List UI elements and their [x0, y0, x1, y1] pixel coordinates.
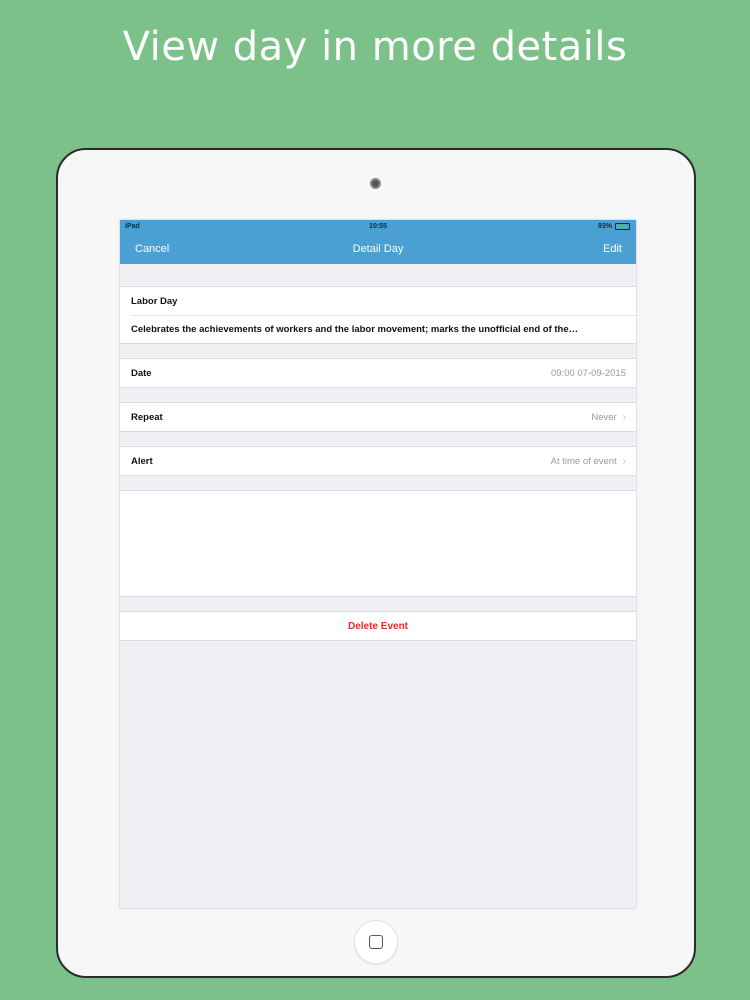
status-time: 10:55	[369, 223, 387, 230]
event-description: Celebrates the achievements of workers a…	[131, 324, 579, 335]
date-label: Date	[131, 367, 152, 379]
home-square-icon	[369, 935, 383, 949]
screen: iPad 10:55 93% Cancel Detail Day Edit La…	[120, 220, 636, 908]
delete-event-button[interactable]: Delete Event	[120, 612, 636, 640]
repeat-section: Repeat Never ›	[120, 402, 636, 432]
event-title-row[interactable]: Labor Day	[120, 287, 636, 315]
edit-button[interactable]: Edit	[603, 243, 622, 255]
alert-row[interactable]: Alert At time of event ›	[120, 447, 636, 475]
alert-value: At time of event	[550, 455, 617, 467]
chevron-right-icon: ›	[622, 411, 626, 423]
battery-percent: 93%	[597, 223, 612, 230]
date-row[interactable]: Date 09:00 07-09-2015	[120, 359, 636, 387]
home-button[interactable]	[354, 920, 398, 964]
event-title: Labor Day	[131, 295, 178, 307]
date-value: 09:00 07-09-2015	[550, 367, 626, 379]
delete-section: Delete Event	[120, 611, 636, 641]
headline: View day in more details	[122, 24, 628, 70]
repeat-row[interactable]: Repeat Never ›	[120, 403, 636, 431]
camera-icon	[370, 178, 381, 189]
alert-label: Alert	[131, 455, 153, 467]
battery-icon	[615, 223, 630, 230]
repeat-value: Never	[591, 411, 617, 423]
chevron-right-icon: ›	[622, 455, 626, 467]
date-section: Date 09:00 07-09-2015	[120, 358, 636, 388]
alert-section: Alert At time of event ›	[120, 446, 636, 476]
notes-area[interactable]	[120, 490, 636, 597]
ipad-frame: iPad 10:55 93% Cancel Detail Day Edit La…	[56, 148, 696, 978]
page-title: Detail Day	[352, 243, 404, 255]
event-description-row[interactable]: Celebrates the achievements of workers a…	[131, 315, 636, 343]
status-bar: iPad 10:55 93%	[120, 220, 636, 234]
event-info-section: Labor Day Celebrates the achievements of…	[120, 286, 636, 344]
nav-bar: Cancel Detail Day Edit	[120, 234, 636, 264]
repeat-label: Repeat	[131, 411, 163, 423]
